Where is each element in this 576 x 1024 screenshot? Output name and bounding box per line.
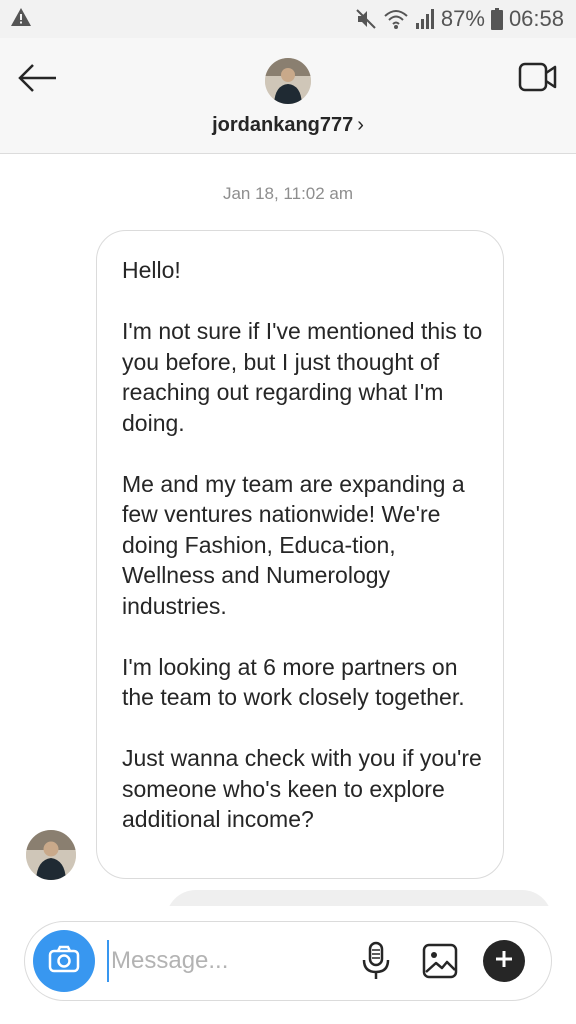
back-arrow-icon xyxy=(16,64,60,100)
signal-icon xyxy=(415,8,435,30)
voice-message-button[interactable] xyxy=(359,940,393,982)
message-paragraph: Me and my team are expanding a few ventu… xyxy=(122,470,465,619)
back-button[interactable] xyxy=(16,60,60,96)
plus-icon xyxy=(494,949,514,974)
camera-button[interactable] xyxy=(33,930,95,992)
mute-icon xyxy=(355,8,377,30)
message-paragraph: Hello! xyxy=(122,257,181,283)
camera-icon xyxy=(48,945,80,978)
chevron-right-icon: › xyxy=(357,114,364,136)
wifi-icon xyxy=(383,8,409,30)
more-options-button[interactable] xyxy=(483,940,525,982)
chat-header: jordankang777 › xyxy=(0,38,576,154)
sender-avatar[interactable] xyxy=(26,830,76,880)
battery-icon xyxy=(490,8,503,30)
message-paragraph: Just wanna check with you if you're some… xyxy=(122,745,482,832)
microphone-icon xyxy=(359,941,393,986)
message-timestamp: Jan 18, 11:02 am xyxy=(222,184,354,203)
message-paragraph: I'm not sure if I've mentioned this to y… xyxy=(122,318,483,436)
message-composer xyxy=(24,921,552,1001)
video-call-icon xyxy=(518,62,558,98)
clock: 06:58 xyxy=(508,6,564,31)
warning-icon xyxy=(10,7,32,32)
video-call-button[interactable] xyxy=(518,60,558,94)
gallery-button[interactable] xyxy=(421,942,459,980)
battery-percentage: 87% xyxy=(440,6,485,31)
message-paragraph: I'm looking at 6 more partners on the te… xyxy=(122,653,465,711)
username-link[interactable]: jordankang777 › xyxy=(0,114,576,137)
message-bubble[interactable]: Hello! I'm not sure if I've mentioned th… xyxy=(96,230,504,879)
message-input[interactable] xyxy=(107,940,347,982)
username: jordankang777 xyxy=(212,114,354,136)
header-avatar[interactable] xyxy=(265,58,311,104)
gallery-icon xyxy=(421,943,459,984)
status-bar: 87% 06:58 xyxy=(0,0,576,38)
